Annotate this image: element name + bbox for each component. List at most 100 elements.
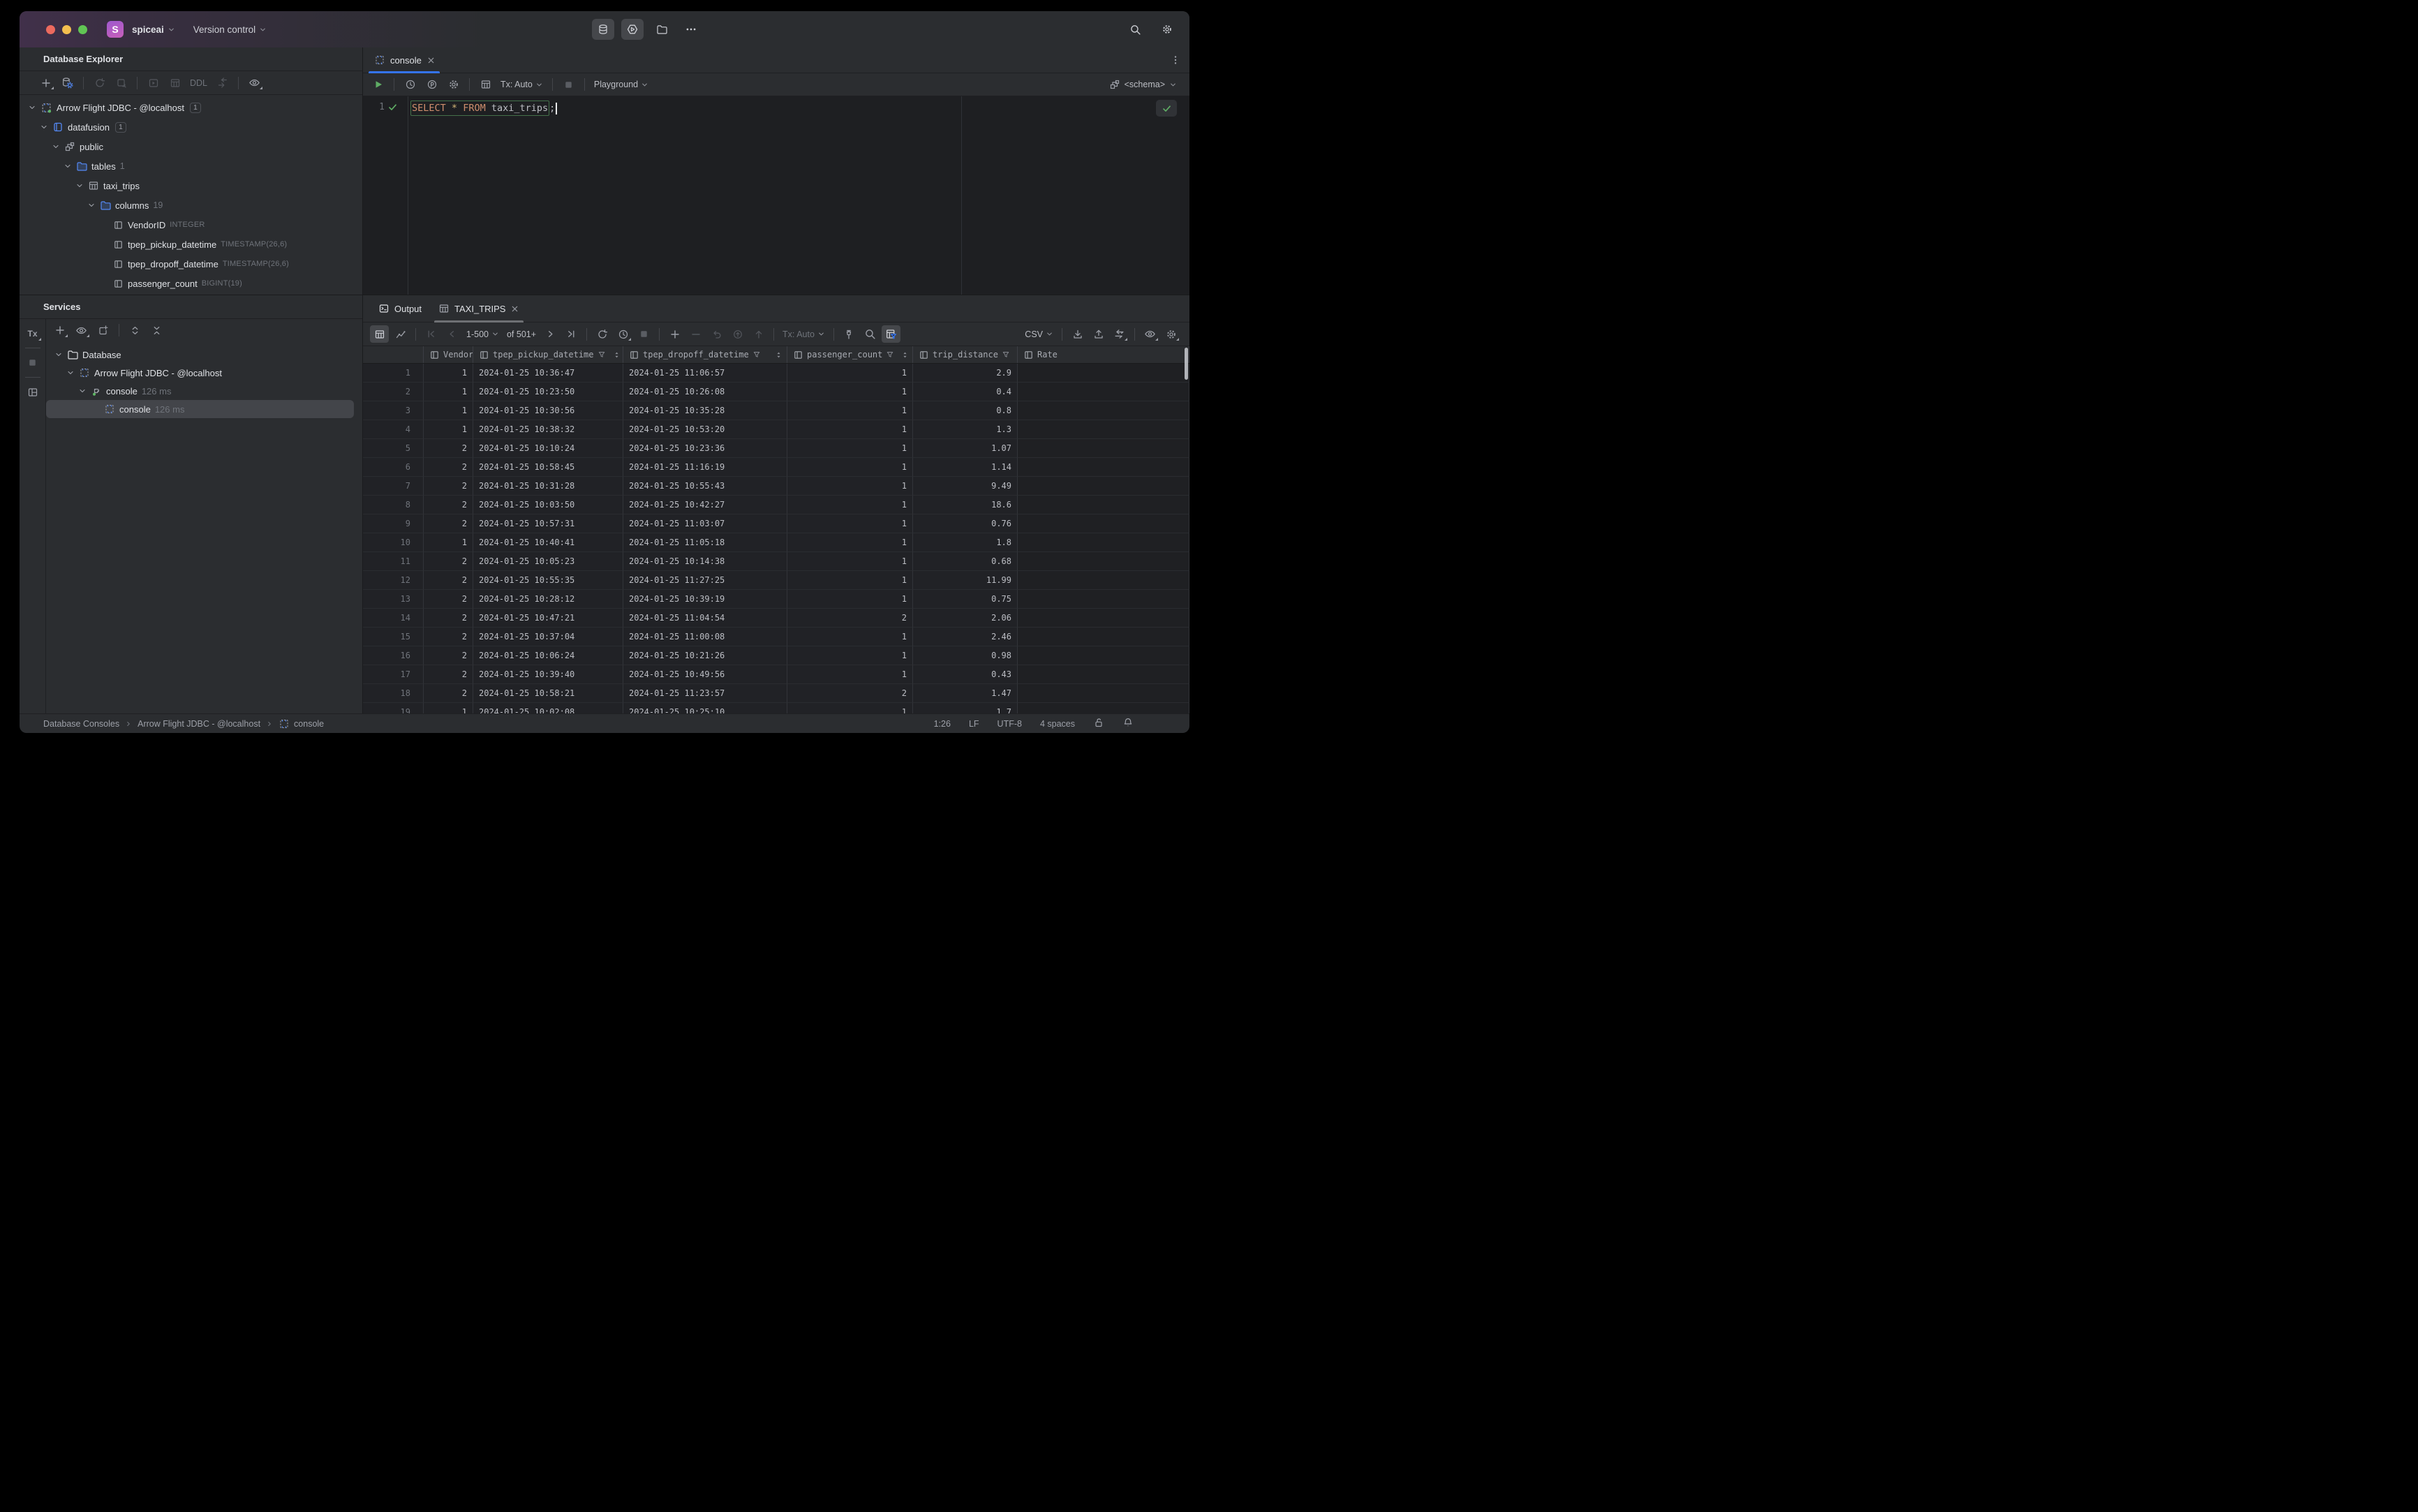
- cell[interactable]: 2024-01-25 11:16:19: [623, 458, 787, 477]
- eye-button[interactable]: [72, 322, 91, 339]
- undo-button[interactable]: [707, 325, 726, 343]
- cell[interactable]: 2024-01-25 10:06:24: [473, 646, 623, 665]
- ddl-button[interactable]: DDL: [187, 74, 210, 91]
- filter-icon[interactable]: [598, 350, 606, 359]
- page-total-button[interactable]: of 501+: [504, 325, 539, 343]
- more-horizontal-button[interactable]: [680, 19, 702, 40]
- sort-icon[interactable]: [901, 350, 909, 360]
- download-button[interactable]: [1068, 325, 1087, 343]
- services-tree-item-database[interactable]: Database: [46, 346, 362, 364]
- cell[interactable]: 1: [424, 420, 473, 439]
- services-tree-item-console[interactable]: console 126 ms: [46, 382, 362, 400]
- row-number[interactable]: 18: [363, 684, 424, 703]
- sort-icon[interactable]: [775, 350, 782, 360]
- cell[interactable]: 11.99: [913, 571, 1018, 590]
- cell[interactable]: 1: [787, 552, 913, 571]
- cell[interactable]: 2: [787, 609, 913, 628]
- row-number[interactable]: 4: [363, 420, 424, 439]
- console-run-button[interactable]: [144, 74, 163, 91]
- cell[interactable]: 1: [787, 533, 913, 552]
- minus-button[interactable]: [686, 325, 705, 343]
- cell[interactable]: 1: [787, 383, 913, 401]
- zoom-window-button[interactable]: [78, 24, 87, 34]
- gear-button[interactable]: [1156, 19, 1178, 40]
- cell[interactable]: 2024-01-25 10:10:24: [473, 439, 623, 458]
- clock-button[interactable]: [614, 325, 632, 343]
- plus-button[interactable]: [50, 322, 69, 339]
- cell[interactable]: 2024-01-25 10:49:56: [623, 665, 787, 684]
- cell[interactable]: 1.3: [913, 420, 1018, 439]
- cell[interactable]: 2024-01-25 10:37:04: [473, 628, 623, 646]
- column-header-trip-distance[interactable]: trip_distance: [913, 346, 1018, 363]
- sql-editor[interactable]: 1 SELECT * FROM taxi_trips;: [363, 96, 1189, 295]
- cell[interactable]: [1018, 439, 1189, 458]
- hexagon-play-button[interactable]: [621, 19, 644, 40]
- cell[interactable]: [1018, 514, 1189, 533]
- cell[interactable]: 2024-01-25 10:05:23: [473, 552, 623, 571]
- cell[interactable]: [1018, 420, 1189, 439]
- cell[interactable]: 1: [787, 458, 913, 477]
- unplug-button[interactable]: [112, 74, 131, 91]
- column-header-tpep-pickup-datetime[interactable]: tpep_pickup_datetime: [473, 346, 623, 363]
- chevron-down-icon[interactable]: [28, 103, 36, 112]
- cell[interactable]: 9.49: [913, 477, 1018, 496]
- close-window-button[interactable]: [46, 24, 55, 34]
- sort-icon[interactable]: [613, 350, 621, 360]
- plus-button[interactable]: [665, 325, 684, 343]
- cell[interactable]: 2: [424, 646, 473, 665]
- cell[interactable]: 2024-01-25 10:36:47: [473, 364, 623, 383]
- cell[interactable]: 2.9: [913, 364, 1018, 383]
- cell[interactable]: 18.6: [913, 496, 1018, 514]
- cell[interactable]: 1.8: [913, 533, 1018, 552]
- folder-outline-button[interactable]: [651, 19, 673, 40]
- cell[interactable]: [1018, 458, 1189, 477]
- cell[interactable]: 2024-01-25 10:28:12: [473, 590, 623, 609]
- submit-button[interactable]: [728, 325, 747, 343]
- filter-icon[interactable]: [886, 350, 894, 359]
- table-view-button[interactable]: [476, 76, 495, 94]
- close-tab-icon[interactable]: [510, 304, 519, 313]
- cell[interactable]: 1.47: [913, 684, 1018, 703]
- cell[interactable]: 2024-01-25 10:35:28: [623, 401, 787, 420]
- cell[interactable]: 1: [787, 646, 913, 665]
- chevron-down-icon[interactable]: [64, 162, 72, 170]
- table-view-button[interactable]: [165, 74, 184, 91]
- expand-button[interactable]: [126, 322, 144, 339]
- cell[interactable]: 2: [424, 496, 473, 514]
- row-number[interactable]: 7: [363, 477, 424, 496]
- row-number[interactable]: 11: [363, 552, 424, 571]
- chevron-down-icon[interactable]: [54, 350, 63, 359]
- cell[interactable]: 2024-01-25 10:31:28: [473, 477, 623, 496]
- chevron-down-icon[interactable]: [78, 387, 87, 395]
- tx-auto-button[interactable]: Tx: Auto: [498, 76, 546, 94]
- db-tree-item-taxi-trips[interactable]: taxi_trips: [20, 176, 362, 195]
- cell[interactable]: 1: [787, 496, 913, 514]
- filter-table-button[interactable]: [881, 325, 900, 343]
- cell[interactable]: 0.98: [913, 646, 1018, 665]
- version-control-menu[interactable]: Version control: [193, 24, 267, 35]
- cell[interactable]: 1: [787, 665, 913, 684]
- cell[interactable]: 1: [424, 533, 473, 552]
- db-tree-item-arrow-flight-jdbc-localhost[interactable]: Arrow Flight JDBC - @localhost 1: [20, 98, 362, 117]
- status-item-lf[interactable]: LF: [969, 719, 979, 729]
- cell[interactable]: 2024-01-25 10:55:35: [473, 571, 623, 590]
- stop-button[interactable]: [635, 325, 653, 343]
- cell[interactable]: 2024-01-25 11:04:54: [623, 609, 787, 628]
- page-range-button[interactable]: 1-500: [463, 325, 502, 343]
- row-number[interactable]: 9: [363, 514, 424, 533]
- cell[interactable]: [1018, 703, 1189, 713]
- services-tree-item-console[interactable]: console 126 ms: [46, 400, 354, 418]
- cell[interactable]: 2.06: [913, 609, 1018, 628]
- cell[interactable]: 1: [424, 401, 473, 420]
- cell[interactable]: 2024-01-25 10:23:50: [473, 383, 623, 401]
- plus-button[interactable]: [36, 74, 55, 91]
- eye-button[interactable]: [245, 74, 264, 91]
- cell[interactable]: 2: [424, 590, 473, 609]
- db-tree-item-public[interactable]: public: [20, 137, 362, 156]
- column-header-tpep-dropoff-datetime[interactable]: tpep_dropoff_datetime: [623, 346, 787, 363]
- cell[interactable]: 1: [787, 401, 913, 420]
- cell[interactable]: 2024-01-25 11:03:07: [623, 514, 787, 533]
- cell[interactable]: 2024-01-25 10:39:19: [623, 590, 787, 609]
- results-tab-taxi-trips[interactable]: TAXI_TRIPS: [430, 295, 528, 323]
- cell[interactable]: 2024-01-25 10:55:43: [623, 477, 787, 496]
